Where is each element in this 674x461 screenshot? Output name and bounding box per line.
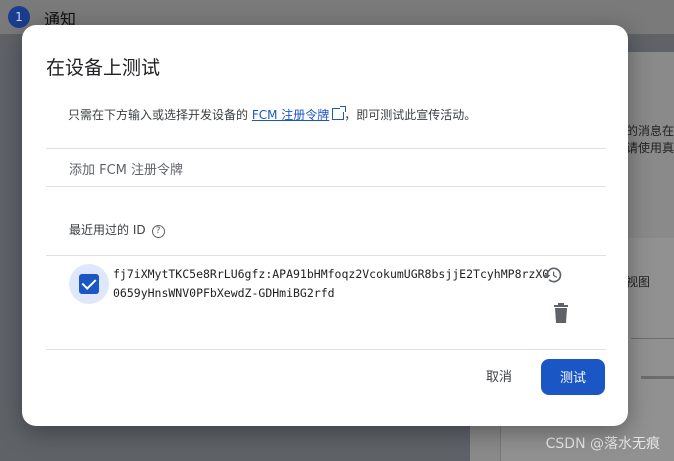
history-icon[interactable]	[543, 265, 563, 285]
help-icon[interactable]: ?	[151, 225, 165, 238]
dialog-title: 在设备上测试	[46, 57, 161, 79]
background-snippet: 请使用真	[626, 141, 674, 155]
step-number-badge: 1	[8, 6, 30, 28]
divider	[46, 349, 606, 350]
background-divider	[641, 376, 674, 379]
external-link-icon[interactable]	[332, 106, 347, 120]
description-prefix: 只需在下方输入或选择开发设备的	[68, 108, 252, 122]
dialog-description: 只需在下方输入或选择开发设备的 FCM 注册令牌 ，即可测试此宣传活动。	[68, 106, 476, 123]
recent-token-value: fj7iXMytTKC5e8RrLU6gfz:APA91bHMfoqz2Vcok…	[113, 267, 550, 300]
token-checkbox[interactable]	[69, 264, 109, 304]
background-snippet: 的消息在	[626, 124, 674, 138]
delete-icon[interactable]	[553, 303, 569, 323]
recent-ids-text: 最近用过的 ID	[69, 223, 146, 237]
divider	[46, 148, 606, 149]
cancel-button[interactable]: 取消	[476, 359, 522, 395]
divider	[46, 186, 606, 187]
description-suffix: ，即可测试此宣传活动。	[344, 108, 477, 122]
watermark: CSDN @落水无痕	[545, 436, 660, 452]
test-button[interactable]: 测试	[541, 359, 605, 395]
background-divider	[631, 338, 674, 339]
add-token-input[interactable]: 添加 FCM 注册令牌	[69, 159, 183, 178]
fcm-token-link[interactable]: FCM 注册令牌	[252, 108, 329, 122]
checkbox-checked-icon	[79, 274, 99, 294]
test-on-device-dialog: 在设备上测试 只需在下方输入或选择开发设备的 FCM 注册令牌 ，即可测试此宣传活…	[22, 25, 628, 426]
background-snippet: 视图	[626, 275, 651, 289]
recent-ids-label: 最近用过的 ID?	[69, 221, 165, 239]
divider	[46, 255, 606, 256]
